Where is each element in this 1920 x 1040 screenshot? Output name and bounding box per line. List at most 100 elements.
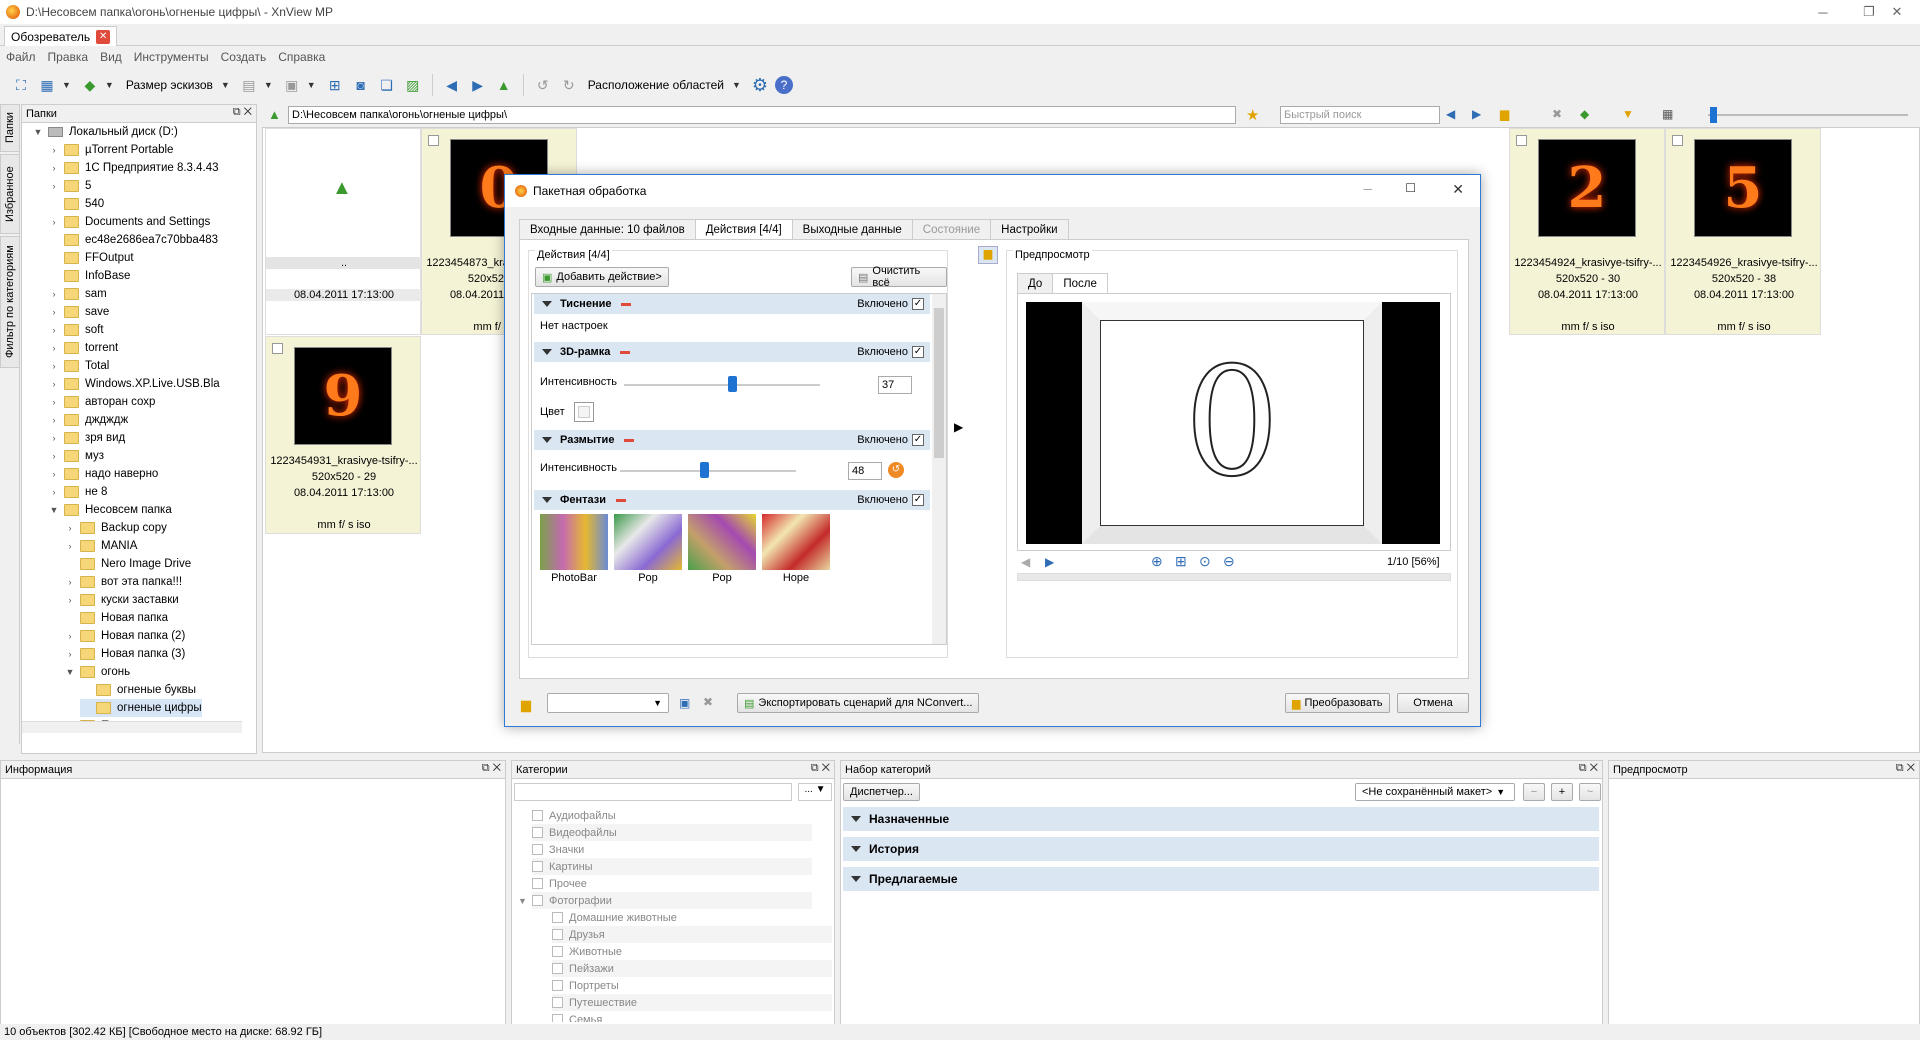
category-checkbox[interactable] xyxy=(532,844,543,855)
action-header[interactable]: Тиснение Включено ✓ xyxy=(534,294,930,314)
layout-button[interactable]: Расположение областей xyxy=(584,78,728,92)
enabled-checkbox[interactable]: ✓ xyxy=(912,434,924,446)
filter-icon[interactable]: ▼ xyxy=(1622,107,1634,121)
category-menu-button[interactable]: ... ▼ xyxy=(798,783,832,801)
folder-item[interactable]: › муз xyxy=(48,447,104,465)
fit-icon[interactable]: ⊞ xyxy=(1175,553,1187,570)
star-icon[interactable]: ★ xyxy=(1246,106,1259,124)
category-item[interactable]: Путешествие xyxy=(552,994,832,1011)
menu-help[interactable]: Справка xyxy=(272,50,331,64)
help-icon[interactable]: ? xyxy=(774,76,793,94)
zoom-out-icon[interactable]: ⊖ xyxy=(1223,553,1235,570)
preset-pop-image[interactable] xyxy=(614,514,682,570)
remove-icon[interactable] xyxy=(624,438,635,442)
chevron-icon[interactable]: › xyxy=(64,649,76,659)
chevron-icon[interactable]: › xyxy=(48,379,60,389)
close-icon[interactable]: ⧉ ✕ xyxy=(811,762,830,775)
up-icon[interactable]: ▲ xyxy=(493,74,515,96)
remove-icon[interactable] xyxy=(620,350,631,354)
folder-item[interactable]: › 1С Предприятие 8.3.4.43 xyxy=(48,159,219,177)
folder-item[interactable]: InfoBase xyxy=(48,267,130,285)
scrollbar[interactable] xyxy=(932,294,946,644)
tab-output[interactable]: Выходные данные xyxy=(791,219,913,239)
category-item[interactable]: Видеофайлы xyxy=(532,824,812,841)
preset-photobar-image[interactable] xyxy=(540,514,608,570)
menu-view[interactable]: Вид xyxy=(94,50,128,64)
action-header[interactable]: Размытие Включено ✓ xyxy=(534,430,930,450)
category-item[interactable]: Фотографии ▼ xyxy=(518,892,812,909)
chevron-icon[interactable]: › xyxy=(48,469,60,479)
image-icon[interactable]: ▨ xyxy=(402,74,424,96)
remove-icon[interactable] xyxy=(621,302,632,306)
thumb-checkbox[interactable] xyxy=(1516,135,1527,146)
preset-pop2-image[interactable] xyxy=(688,514,756,570)
select-icon[interactable]: ▣ xyxy=(281,74,303,96)
category-item[interactable]: Портреты xyxy=(552,977,619,994)
open-folder-icon[interactable]: ▆ xyxy=(521,697,531,713)
tab-before[interactable]: До xyxy=(1017,273,1054,293)
rotate-right-icon[interactable]: ↻ xyxy=(558,74,580,96)
close-button[interactable]: ✕ xyxy=(1874,0,1920,24)
folder-item[interactable]: ▼ Несовсем папка xyxy=(48,501,172,519)
folder-item[interactable]: › MANIA xyxy=(64,537,137,555)
category-item[interactable]: Пейзажи xyxy=(552,960,832,977)
menu-create[interactable]: Создать xyxy=(215,50,273,64)
tab-folders[interactable]: Папки xyxy=(0,104,20,152)
menu-tools[interactable]: Инструменты xyxy=(128,50,215,64)
category-item[interactable]: Аудиофайлы xyxy=(532,807,616,824)
group-suggested[interactable]: Предлагаемые xyxy=(843,867,1599,891)
folder-item[interactable]: › вот эта папка!!! xyxy=(64,573,182,591)
tab-status[interactable]: Состояние xyxy=(911,219,992,239)
maximize-button[interactable]: ☐ xyxy=(1405,181,1416,195)
chevron-icon[interactable]: › xyxy=(48,343,60,353)
folder-item[interactable]: Nero Image Drive xyxy=(64,555,191,573)
fullscreen-icon[interactable]: ⛶ xyxy=(10,74,32,96)
copy-icon[interactable]: ❏ xyxy=(376,74,398,96)
category-item[interactable]: Животные xyxy=(552,943,622,960)
chevron-down-icon[interactable]: ▼ xyxy=(307,80,316,90)
close-icon[interactable]: ⧉ ✕ xyxy=(1896,762,1915,775)
chevron-down-icon[interactable]: ▼ xyxy=(221,80,230,90)
category-checkbox[interactable] xyxy=(552,946,563,957)
folder-item[interactable]: огненые буквы xyxy=(80,681,196,699)
category-checkbox[interactable] xyxy=(552,997,563,1008)
folder-item[interactable]: › Windows.XP.Live.USB.Bla xyxy=(48,375,220,393)
close-icon[interactable]: ⧉ ✕ xyxy=(233,106,252,119)
dispatcher-button[interactable]: Диспетчер... xyxy=(843,783,920,801)
chevron-down-icon[interactable]: ▼ xyxy=(518,896,527,906)
next-icon[interactable]: ▶ xyxy=(1045,555,1054,569)
chevron-right-icon[interactable]: ▶ xyxy=(954,420,963,434)
save-icon[interactable]: ▣ xyxy=(679,696,690,710)
menu-edit[interactable]: Правка xyxy=(42,50,95,64)
forward-icon[interactable]: ▶ xyxy=(1472,107,1481,121)
color-swatch[interactable] xyxy=(574,402,594,422)
chevron-icon[interactable]: › xyxy=(48,415,60,425)
intensity-slider-handle[interactable] xyxy=(700,462,710,478)
folder-item[interactable]: › Новая папка (2) xyxy=(64,627,185,645)
preview-toggle-icon[interactable]: ▆ xyxy=(978,246,998,264)
category-checkbox[interactable] xyxy=(552,929,563,940)
tree-icon[interactable]: ⊞ xyxy=(324,74,346,96)
chevron-icon[interactable]: › xyxy=(48,325,60,335)
category-item[interactable]: Домашние животные xyxy=(552,909,677,926)
folder-item[interactable]: › куски заставки xyxy=(64,591,179,609)
action-header[interactable]: 3D-рамка Включено ✓ xyxy=(534,342,930,362)
back-icon[interactable]: ◀ xyxy=(441,74,463,96)
view-mode-icon[interactable]: ▦ xyxy=(36,74,58,96)
chevron-icon[interactable]: › xyxy=(48,397,60,407)
close-icon[interactable]: ⧉ ✕ xyxy=(482,762,501,775)
add-action-button[interactable]: ▣ Добавить действие> xyxy=(535,267,669,287)
folder-item[interactable]: › надо наверно xyxy=(48,465,158,483)
more-button[interactable]: ~ xyxy=(1579,783,1601,801)
tab-browser[interactable]: Обозреватель ✕ xyxy=(4,26,118,46)
close-icon[interactable]: ✕ xyxy=(96,29,111,44)
up-icon[interactable]: ▲ xyxy=(268,107,281,122)
thumb-checkbox[interactable] xyxy=(1672,135,1683,146)
menu-file[interactable]: Файл xyxy=(0,50,42,64)
thumbnail-cell[interactable]: 9 1223454931_krasivye-tsifry-... 520x520… xyxy=(265,336,421,534)
rotate-left-icon[interactable]: ↺ xyxy=(532,74,554,96)
folder-item[interactable]: FFOutput xyxy=(48,249,134,267)
intensity-spinbox[interactable]: 48 xyxy=(848,462,882,480)
close-icon[interactable]: ⧉ ✕ xyxy=(1579,762,1598,775)
thumb-size-button[interactable]: Размер эскизов xyxy=(122,78,217,92)
